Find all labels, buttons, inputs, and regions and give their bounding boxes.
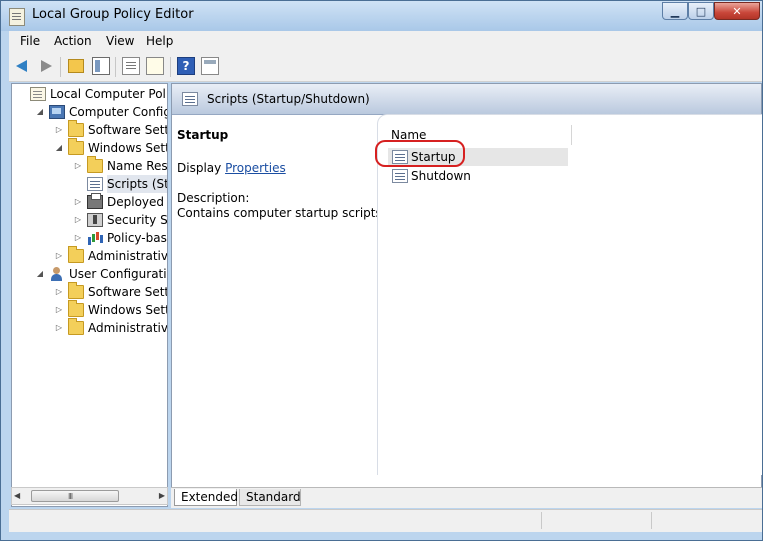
expand-arrow-icon[interactable]: ▷ [54,247,64,265]
minimize-button[interactable]: ▁ [662,2,688,20]
menu-view[interactable]: View [106,34,134,48]
policy-doc-icon [30,87,46,101]
tree-node-label: Software Settings [88,285,168,299]
list-item-label: Shutdown [411,169,471,183]
printer-icon [87,193,103,209]
status-cell [651,512,652,529]
tree-node-label: Administrative Te [88,321,168,335]
up-folder-icon[interactable] [68,59,84,73]
details-pane: Scripts (Startup/Shutdown) Startup Displ… [171,83,762,507]
expand-arrow-icon[interactable]: ▷ [54,319,64,337]
chart-icon [87,231,103,245]
tree-horizontal-scrollbar[interactable]: ◀ III ▶ [11,487,168,505]
forward-arrow-icon[interactable] [37,57,55,75]
menu-file[interactable]: File [20,34,40,48]
details-header: Scripts (Startup/Shutdown) [172,84,761,115]
tree-node-label: Computer Configura [69,105,167,119]
scroll-left-icon[interactable]: ◀ [14,490,24,502]
tree-node-label: Name Resolu [107,159,168,173]
collapse-arrow-icon[interactable]: ◢ [35,103,45,121]
user-icon [49,267,65,281]
status-bar [9,509,762,532]
details-header-title: Scripts (Startup/Shutdown) [207,92,370,106]
maximize-button[interactable]: □ [688,2,714,20]
menu-help[interactable]: Help [146,34,173,48]
tree-node-label: Administrative Te [88,249,168,263]
display-properties-line: Display Properties [177,161,286,175]
folder-icon [68,282,84,299]
expand-arrow-icon[interactable]: ▷ [73,157,83,175]
scroll-grip: III [68,492,73,501]
menu-action[interactable]: Action [54,34,92,48]
tree-node-label: Windows Setting [88,303,167,317]
tree-node-label: Windows Setting [88,141,167,155]
expand-arrow-icon[interactable]: ▷ [73,229,83,247]
folder-icon [68,300,84,317]
description-label: Description: [177,191,250,205]
toolbar: ? [9,53,762,82]
toolbar-separator [170,57,171,77]
folder-icon [68,120,84,137]
computer-icon [49,105,65,119]
highlight-annotation [375,140,465,167]
folder-icon [87,156,103,173]
expand-arrow-icon[interactable]: ▷ [73,211,83,229]
view-icon[interactable] [201,57,219,75]
properties-link[interactable]: Properties [225,161,286,175]
script-icon [392,169,408,183]
status-cell [541,512,542,529]
close-button[interactable]: ✕ [714,2,760,20]
script-icon [182,92,198,106]
display-prefix: Display [177,161,222,175]
tree-node-label: User Configuration [69,267,167,281]
window-title: Local Group Policy Editor [32,7,194,22]
tree-node-label: Deployed Pri [107,195,167,209]
expand-arrow-icon[interactable]: ▷ [73,193,83,211]
description-text: Contains computer startup scripts. [177,206,386,220]
scripts-list: Name Startup Shutdown [377,114,762,475]
security-icon [87,213,103,227]
folder-icon [68,318,84,335]
scroll-right-icon[interactable]: ▶ [155,490,165,502]
tab-standard[interactable]: Standard [239,489,301,506]
help-icon[interactable]: ? [177,57,195,75]
collapse-arrow-icon[interactable]: ◢ [35,265,45,283]
tree-node-label: Scripts (Startu [107,175,167,193]
collapse-arrow-icon[interactable]: ◢ [54,139,64,157]
scroll-thumb[interactable]: III [31,490,119,502]
tree-node-label: Local Computer Policy [50,87,167,101]
tree-node-label: Policy-based [107,231,167,245]
properties-icon[interactable] [122,57,140,75]
tree-node-label: Security Setti [107,213,168,227]
policy-editor-icon [9,8,25,26]
back-arrow-icon[interactable] [15,57,33,75]
console-tree: Local Computer Policy ◢ Computer Configura… [11,83,168,507]
expand-arrow-icon[interactable]: ▷ [54,283,64,301]
app-window: Local Group Policy Editor ▁ □ ✕ File Act… [0,0,763,541]
script-icon [87,177,103,191]
expand-arrow-icon[interactable]: ▷ [54,301,64,319]
tab-extended[interactable]: Extended [174,489,238,506]
expand-arrow-icon[interactable]: ▷ [54,121,64,139]
toolbar-separator [115,57,116,77]
show-hide-tree-icon[interactable] [92,57,110,75]
view-tabs: Extended Standard [171,487,762,508]
list-item-shutdown[interactable]: Shutdown [388,167,568,185]
folder-icon [68,138,84,155]
export-list-icon[interactable] [146,57,164,75]
title-bar[interactable]: Local Group Policy Editor ▁ □ ✕ [1,1,762,31]
tree-node-label: Software Settings [88,123,168,137]
folder-icon [68,246,84,263]
toolbar-separator [60,57,61,77]
menu-bar: File Action View Help [9,31,762,53]
selected-item-title: Startup [177,128,229,142]
